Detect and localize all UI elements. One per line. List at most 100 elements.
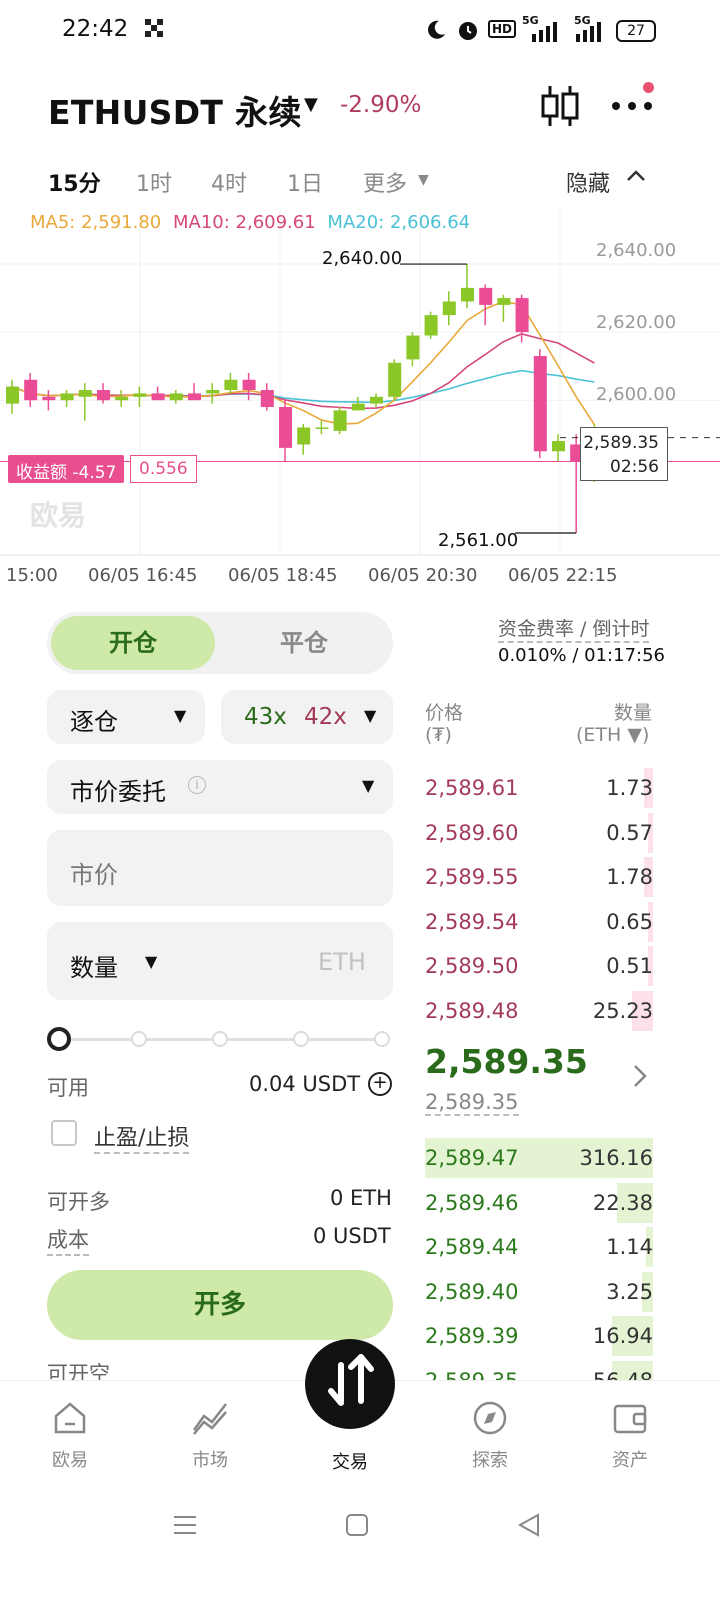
home-square-icon[interactable]: [344, 1512, 370, 1538]
ask-price: 2,589.61: [425, 776, 519, 800]
chevron-up-icon[interactable]: [624, 164, 648, 188]
tpsl-label[interactable]: 止盈/止损: [94, 1120, 190, 1154]
candle-body: [78, 390, 92, 397]
quantity-unit: ETH: [318, 948, 366, 976]
candle-body: [133, 393, 147, 397]
status-bar: 22:42 HD 5G 5G 27: [0, 0, 720, 66]
bid-row[interactable]: 2,589.40 3.25: [425, 1271, 653, 1312]
tab-1d[interactable]: 1日: [287, 166, 323, 198]
nav-label: 市场: [192, 1450, 228, 1471]
status-time: 22:42: [62, 16, 129, 42]
candle-body: [115, 396, 129, 401]
mark-price: 2,589.35: [425, 1090, 519, 1116]
short-leverage: 42x: [304, 704, 347, 730]
margin-mode-label: 逐仓: [70, 708, 118, 736]
candle-body: [315, 427, 329, 429]
alarm-icon: [459, 22, 477, 40]
candle-body: [97, 390, 110, 401]
open-long-button[interactable]: 开多: [47, 1270, 393, 1340]
tab-15m[interactable]: 15分: [48, 166, 101, 198]
moving-average-legend: MA5: 2,591.80 MA10: 2,609.61 MA20: 2,606…: [30, 212, 470, 233]
back-icon[interactable]: [516, 1512, 542, 1538]
candle-body: [552, 441, 565, 452]
trade-fab[interactable]: [305, 1339, 395, 1429]
slider-step-100[interactable]: [374, 1031, 390, 1047]
long-leverage: 43x: [244, 704, 287, 730]
nav-label: 资产: [612, 1450, 648, 1471]
slider-step-50[interactable]: [212, 1031, 228, 1047]
last-price: 2,589.35: [425, 1042, 588, 1081]
candle-body: [279, 407, 292, 448]
system-navigation-bar: [0, 1490, 720, 1612]
menu-icon[interactable]: [172, 1512, 198, 1538]
funding-rate-label[interactable]: 资金费率 / 倒计时: [498, 614, 650, 643]
candle-body: [42, 396, 56, 401]
quantity-label[interactable]: 数量: [70, 948, 118, 983]
more-options-icon[interactable]: [610, 96, 654, 116]
candle-body: [442, 301, 456, 316]
ask-qty: 1.73: [606, 776, 653, 800]
ask-row[interactable]: 2,589.60 0.57: [425, 812, 653, 853]
bid-row[interactable]: 2,589.47 316.16: [425, 1138, 653, 1178]
current-price-value: 2,589.35: [583, 433, 659, 453]
ask-price: 2,589.50: [425, 954, 519, 979]
ask-price: 2,589.48: [425, 999, 519, 1023]
add-funds-icon[interactable]: +: [368, 1072, 392, 1096]
symbol-title[interactable]: ETHUSDT 永续: [48, 86, 302, 134]
chevron-right-icon[interactable]: [630, 1062, 650, 1090]
info-icon[interactable]: i: [188, 776, 206, 794]
hide-chart-button[interactable]: 隐藏: [566, 166, 610, 198]
symbol-dropdown-icon[interactable]: ▼: [304, 94, 318, 115]
ask-price: 2,589.54: [425, 909, 519, 934]
nav-explore[interactable]: 探索: [450, 1400, 530, 1472]
nav-okx[interactable]: 欧易: [30, 1400, 110, 1472]
candlestick-icon[interactable]: [540, 84, 580, 128]
bid-row[interactable]: 2,589.46 22.38: [425, 1182, 653, 1223]
cost-value: 0 USDT: [313, 1224, 391, 1248]
bid-row[interactable]: 2,589.39 16.94: [425, 1316, 653, 1357]
available-value: 0.04 USDT: [249, 1072, 361, 1096]
candle-body: [60, 393, 74, 401]
max-long-value: 0 ETH: [330, 1186, 392, 1210]
tab-1h[interactable]: 1时: [136, 166, 172, 198]
candle-body: [406, 335, 420, 360]
current-price-box: 2,589.35 02:56: [580, 427, 668, 481]
nav-label: 探索: [472, 1450, 508, 1471]
chevron-down-icon[interactable]: ▼: [145, 952, 157, 971]
okx-watermark: 欧易: [30, 499, 87, 532]
orderbook-qty-unit-select[interactable]: (ETH ▼): [576, 724, 649, 746]
bid-price: 2,589.47: [425, 1146, 519, 1170]
ask-qty: 0.51: [606, 954, 653, 979]
ask-row[interactable]: 2,589.50 0.51: [425, 946, 653, 987]
slider-step-25[interactable]: [131, 1031, 147, 1047]
nav-market[interactable]: 市场: [170, 1400, 250, 1472]
nav-assets[interactable]: 资产: [590, 1400, 670, 1472]
bid-price: 2,589.39: [425, 1324, 519, 1349]
close-position-tab[interactable]: 平仓: [222, 616, 386, 670]
chevron-down-icon: ▼: [364, 706, 377, 725]
app-notification-icon: [145, 19, 163, 37]
candle-body: [206, 390, 220, 394]
tpsl-checkbox[interactable]: [51, 1120, 77, 1146]
ask-qty: 0.65: [606, 909, 653, 934]
candle-body: [151, 393, 165, 401]
position-size-badge[interactable]: 0.556: [130, 455, 197, 483]
ask-row[interactable]: 2,589.55 1.78: [425, 857, 653, 898]
tab-4h[interactable]: 4时: [211, 166, 247, 198]
candle-body: [461, 287, 474, 302]
open-position-tab[interactable]: 开仓: [51, 616, 215, 670]
candle-body: [188, 393, 201, 401]
position-pnl-badge[interactable]: 收益额 -4.57: [8, 455, 125, 483]
nav-trade[interactable]: 交易: [310, 1442, 390, 1474]
compass-icon: [473, 1401, 507, 1435]
bid-row[interactable]: 2,589.44 1.14: [425, 1227, 653, 1268]
notification-dot: [643, 82, 654, 93]
slider-step-75[interactable]: [293, 1031, 309, 1047]
ask-row[interactable]: 2,589.54 0.65: [425, 901, 653, 942]
quantity-slider-handle[interactable]: [47, 1027, 71, 1051]
ask-row[interactable]: 2,589.48 25.23: [425, 991, 653, 1031]
moving-average-lines: [11, 300, 596, 426]
ask-row[interactable]: 2,589.61 1.73: [425, 768, 653, 808]
chevron-down-icon[interactable]: ▼: [418, 172, 429, 188]
tab-more[interactable]: 更多: [363, 166, 407, 198]
